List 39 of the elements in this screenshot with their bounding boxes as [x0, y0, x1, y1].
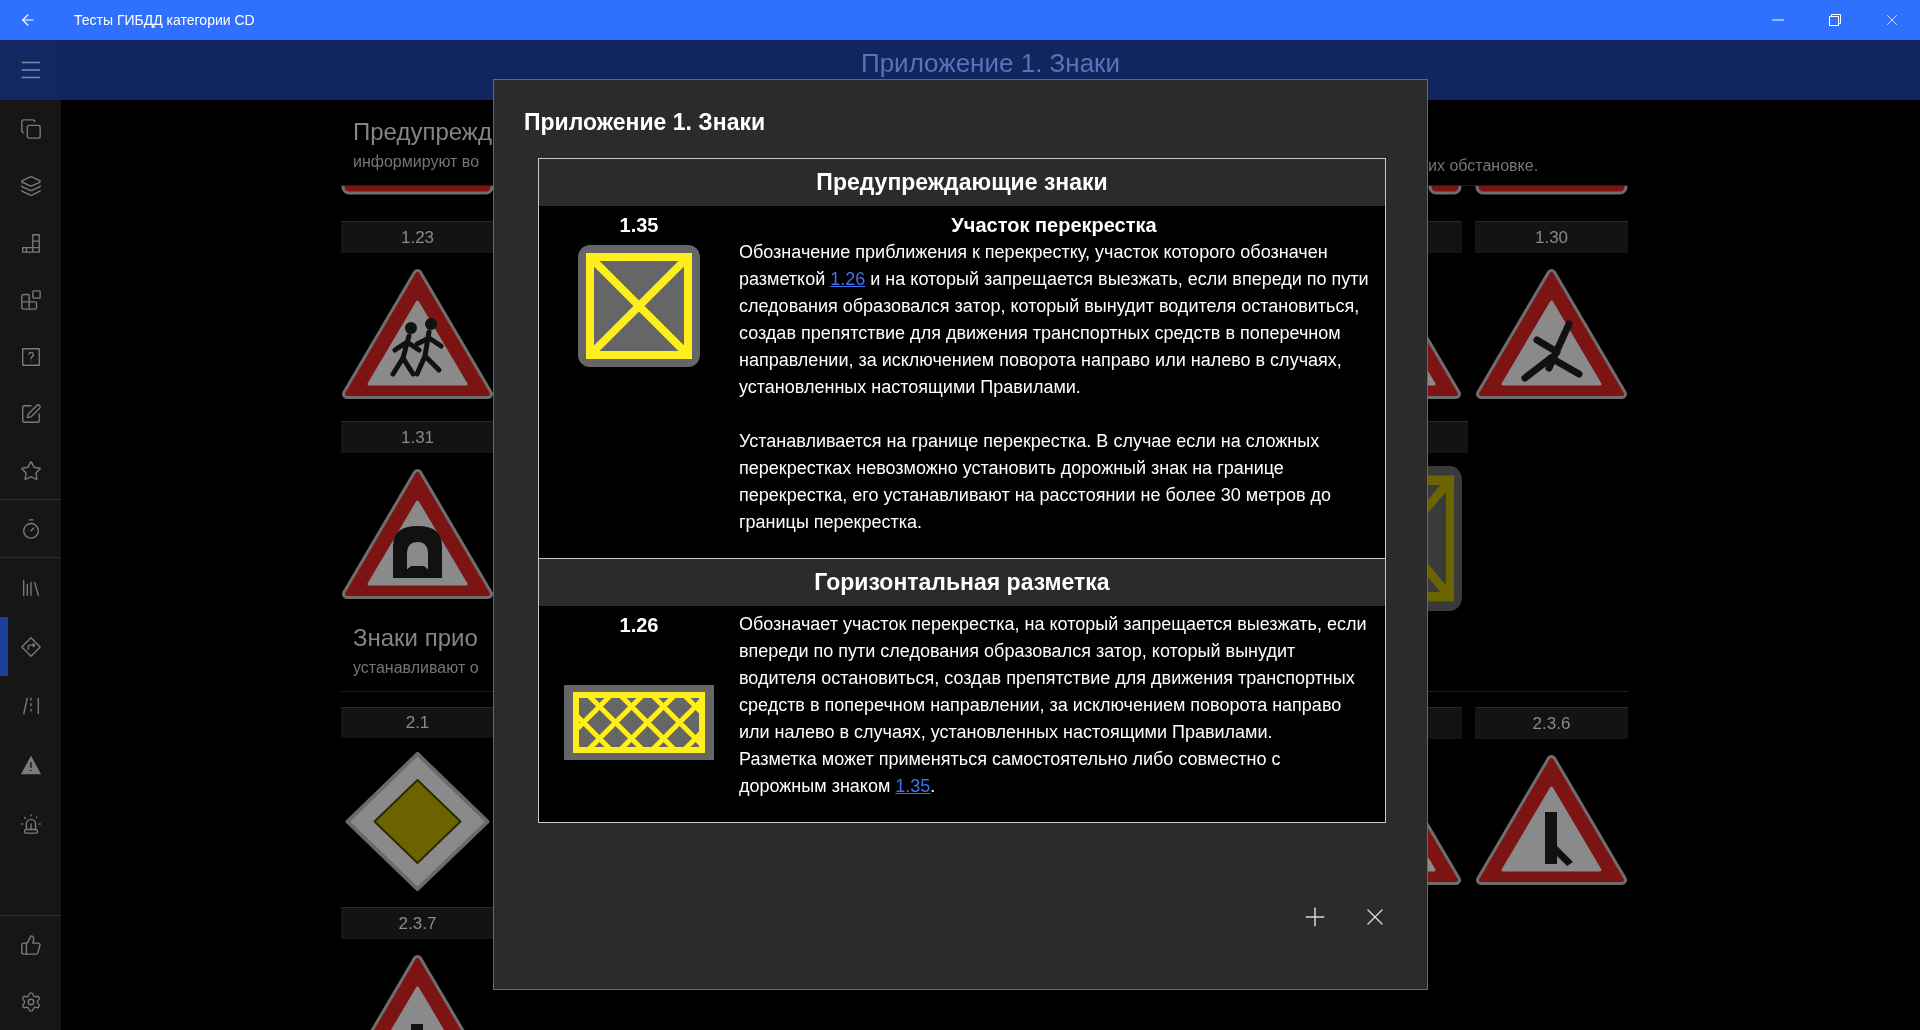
- sign-number-label: 2.3.7: [341, 907, 494, 939]
- settings-icon: [19, 990, 42, 1013]
- restore-icon: [1828, 14, 1841, 26]
- description-text: Обозначение приближения к перекрестку, участок которого обозначен разметкой 1.26 и на который запрещается выезжать, если впереди по пути следования образовался затор, который вынудит водителя остановиться, создав препятствие для движения транспортных средств в поперечном направлении, за исключением поворота направо или налево в случаях, установленных настоящими Правилами.: [739, 241, 1369, 399]
- minimize-icon: [1771, 19, 1784, 21]
- section-subtitle: их обстановке.: [1428, 156, 1539, 176]
- question-icon: [19, 345, 42, 368]
- sign-link[interactable]: 1.26: [830, 269, 866, 289]
- sign-number-label: 1.31: [341, 421, 494, 453]
- layers-icon: [19, 174, 42, 197]
- section-heading: Горизонтальная разметка: [539, 558, 1385, 606]
- sign-edge-drawing: [1428, 186, 1462, 196]
- app-title: Тесты ГИБДД категории CD: [74, 12, 256, 28]
- section-title: Предупрежд: [353, 117, 492, 147]
- description-text: Устанавливается на границе перекрестка. В случае если на сложных перекрестках невозможно установить дорожный знак на границе перекрестка, его устанавливают на расстоянии не более 30 метров до границы перекрестка.: [739, 430, 1332, 534]
- alarm-light-icon: [19, 812, 42, 835]
- menu-button[interactable]: [0, 40, 61, 100]
- edit-icon: [19, 402, 42, 425]
- sign-number: 1.26: [619, 613, 659, 638]
- section-subtitle: устанавливают о: [353, 658, 479, 678]
- copy-icon: [19, 117, 42, 140]
- sign-number-label: 1.23: [341, 221, 494, 253]
- sign-number-label: 2.1: [341, 707, 494, 738]
- add-blocks-icon: [19, 288, 42, 311]
- sign-number-label: 1.30: [1475, 221, 1628, 253]
- sign-number: 1.35: [619, 213, 659, 238]
- sign-title: Участок перекрестка: [951, 213, 1157, 238]
- dialog-title: Приложение 1. Знаки: [524, 108, 766, 137]
- road-sign-icon: [19, 635, 42, 658]
- page-title: Приложение 1. Знаки: [860, 47, 1121, 79]
- section-title: Знаки прио: [353, 623, 478, 653]
- sign-number-label: 2.3.6: [1475, 707, 1628, 739]
- description-text: Обозначает участок перекрестка, на который запрещается выезжать, если впереди по пути следования образовался затор, который вынудит водителя остановиться, создав препятствие для движения транспортных средств в поперечном направлении, за исключением поворота направо или налево в случаях, установленных настоящими Правилами. Разметка может применяться самостоятельно либо совместно с дорожным знаком 1.35.: [739, 613, 1368, 798]
- section-subtitle: информируют во: [353, 152, 480, 172]
- star-icon: [19, 459, 42, 482]
- section-heading: Предупреждающие знаки: [539, 159, 1385, 206]
- blocks-icon: [19, 231, 42, 254]
- thumbs-up-icon: [19, 933, 42, 956]
- sign-link[interactable]: 1.35: [895, 776, 931, 796]
